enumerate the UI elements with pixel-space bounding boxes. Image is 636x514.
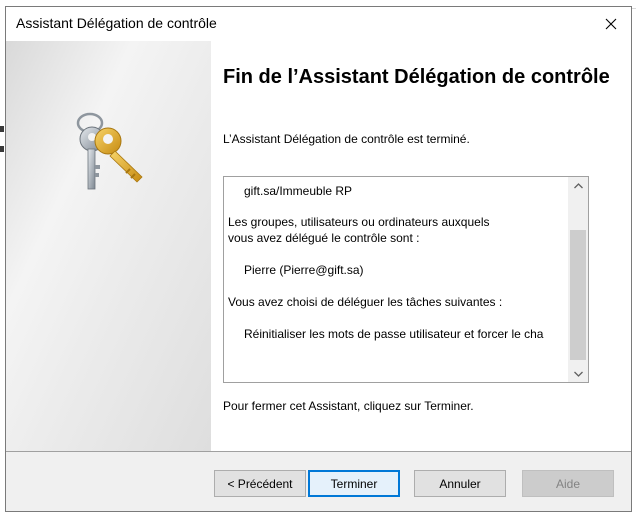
wizard-content: Fin de l’Assistant Délégation de contrôl… bbox=[6, 41, 631, 451]
previous-button[interactable]: < Précédent bbox=[214, 470, 306, 497]
finish-button[interactable]: Terminer bbox=[308, 470, 400, 497]
window-title: Assistant Délégation de contrôle bbox=[16, 15, 217, 31]
delegation-wizard-dialog: Assistant Délégation de contrôle Fin de … bbox=[5, 6, 632, 512]
page-title: Fin de l’Assistant Délégation de contrôl… bbox=[223, 66, 610, 88]
summary-line-intro: Les groupes, utilisateurs ou ordinateurs… bbox=[228, 215, 490, 229]
summary-line-tasks-intro: Vous avez choisi de déléguer les tâches … bbox=[228, 295, 503, 309]
keys-icon bbox=[76, 112, 143, 190]
summary-line-intro-cont: vous avez délégué le contrôle sont : bbox=[228, 231, 420, 245]
summary-textbox[interactable]: gift.sa/Immeuble RP Les groupes, utilisa… bbox=[223, 176, 589, 383]
close-button[interactable] bbox=[591, 7, 631, 41]
chevron-up-icon bbox=[573, 182, 583, 188]
cancel-button[interactable]: Annuler bbox=[414, 470, 506, 497]
completion-message: L’Assistant Délégation de contrôle est t… bbox=[223, 132, 470, 146]
vertical-scrollbar[interactable] bbox=[568, 177, 588, 382]
summary-line-task: Réinitialiser les mots de passe utilisat… bbox=[244, 327, 544, 341]
scroll-down-button[interactable] bbox=[568, 365, 588, 382]
close-instructions: Pour fermer cet Assistant, cliquez sur T… bbox=[223, 399, 474, 413]
scroll-thumb[interactable] bbox=[570, 230, 586, 360]
chevron-down-icon bbox=[573, 371, 583, 377]
summary-line-user: Pierre (Pierre@gift.sa) bbox=[244, 263, 364, 277]
help-button[interactable]: Aide bbox=[522, 470, 614, 497]
wizard-side-panel bbox=[6, 41, 211, 451]
background-mark bbox=[0, 146, 4, 152]
close-icon bbox=[605, 18, 617, 30]
background-mark bbox=[0, 126, 4, 132]
scroll-up-button[interactable] bbox=[568, 177, 588, 194]
button-separator bbox=[6, 451, 631, 452]
summary-line-container: gift.sa/Immeuble RP bbox=[244, 184, 353, 198]
title-bar: Assistant Délégation de contrôle bbox=[6, 7, 631, 41]
